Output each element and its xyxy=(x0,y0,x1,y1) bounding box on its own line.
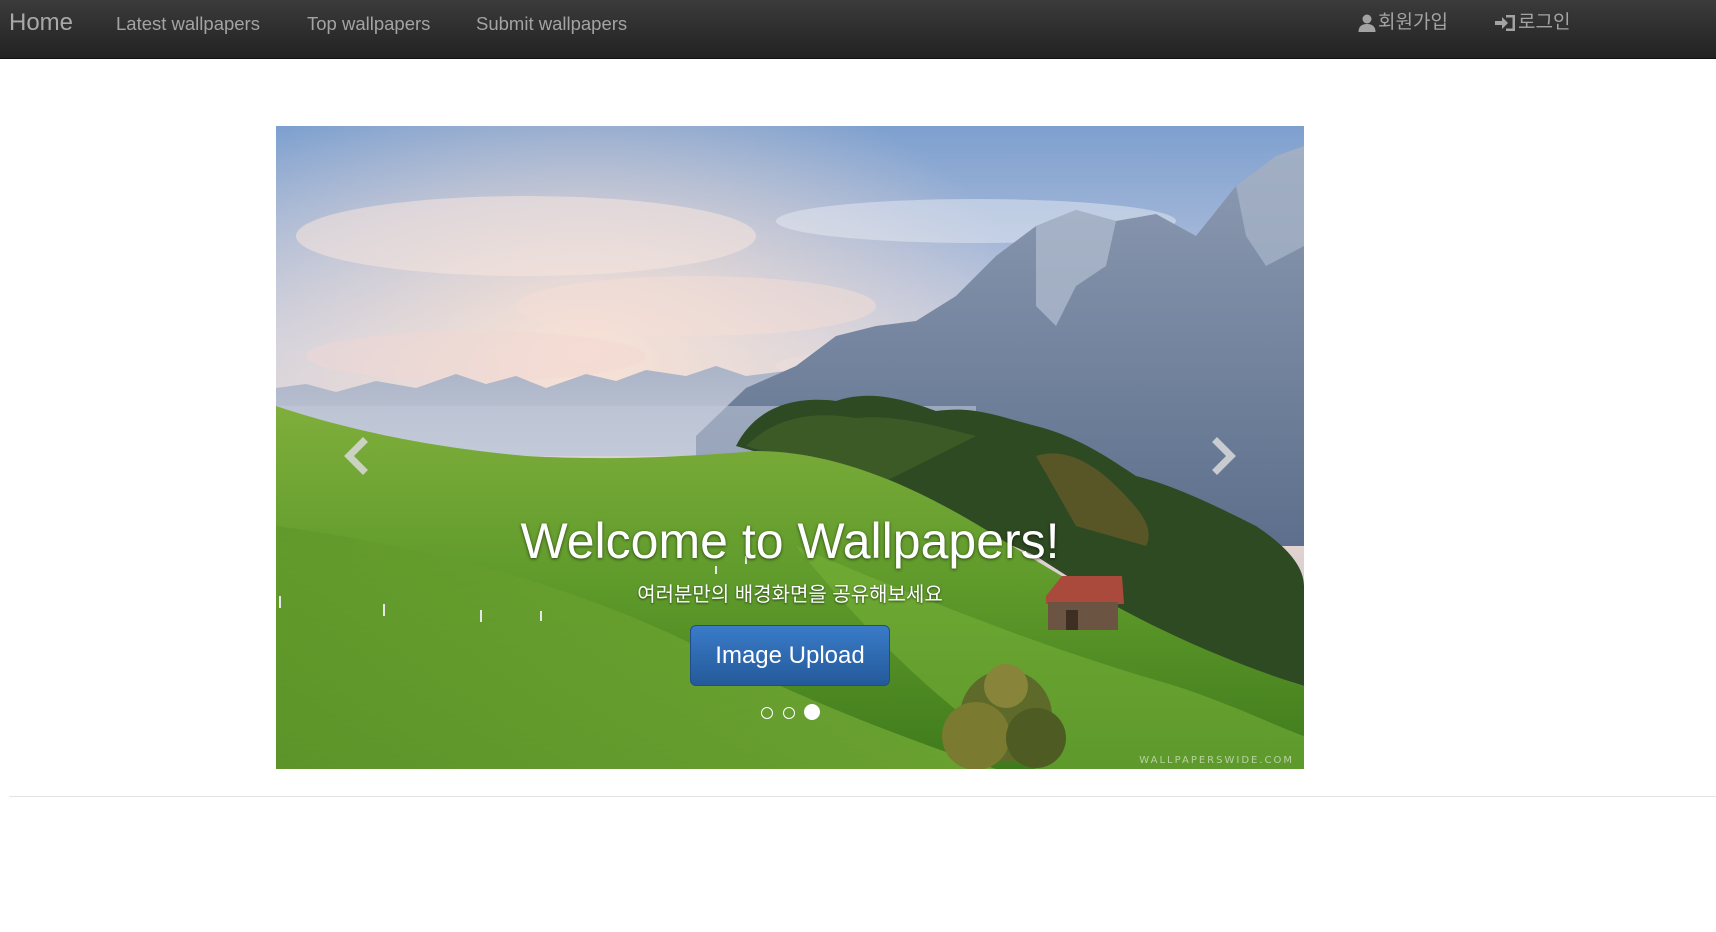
nav-submit-wallpapers[interactable]: Submit wallpapers xyxy=(476,13,627,35)
slide-indicator-1[interactable] xyxy=(761,707,773,719)
nav-latest-wallpapers[interactable]: Latest wallpapers xyxy=(116,13,260,35)
hero-carousel: Welcome to Wallpapers! 여러분만의 배경화면을 공유해보세… xyxy=(276,126,1304,769)
carousel-indicators xyxy=(761,704,820,722)
chevron-right-icon[interactable] xyxy=(1203,436,1243,476)
slide-indicator-2[interactable] xyxy=(783,707,795,719)
carousel-subtitle: 여러분만의 배경화면을 공유해보세요 xyxy=(637,584,943,606)
chevron-left-icon[interactable] xyxy=(337,436,377,476)
user-icon xyxy=(1358,14,1376,32)
signup-label: 회원가입 xyxy=(1378,12,1448,33)
nav-top-wallpapers[interactable]: Top wallpapers xyxy=(307,13,430,35)
login-link[interactable]: 로그인 xyxy=(1495,11,1570,35)
signup-link[interactable]: 회원가입 xyxy=(1357,11,1448,35)
image-watermark: WALLPAPERSWIDE.COM xyxy=(1139,755,1294,766)
image-upload-button[interactable]: Image Upload xyxy=(690,625,890,686)
home-link[interactable]: Home xyxy=(9,9,73,37)
slide-indicator-3[interactable] xyxy=(804,704,820,720)
top-navbar: Home Latest wallpapers Top wallpapers Su… xyxy=(0,0,1716,59)
login-label: 로그인 xyxy=(1518,12,1571,33)
login-icon xyxy=(1495,15,1515,31)
section-divider xyxy=(9,796,1716,797)
carousel-title: Welcome to Wallpapers! xyxy=(520,513,1060,569)
